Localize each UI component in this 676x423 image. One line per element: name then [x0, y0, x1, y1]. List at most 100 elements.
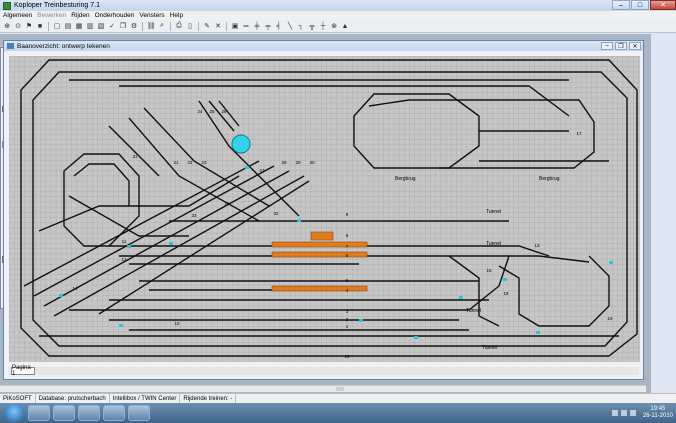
- child-minimize-button[interactable]: –: [601, 42, 613, 50]
- tray-flag-icon[interactable]: [620, 410, 627, 416]
- child-title-bar: Baanoverzicht: ontwerp tekenen – ❐ ✕: [4, 41, 643, 51]
- copy-icon[interactable]: ❐: [119, 22, 127, 30]
- toolbar-separator: [142, 21, 143, 31]
- toolbar: ⊕ ⊙ ⚑ ■ ▢ ▤ ▦ ▥ ▧ ✓ ❐ ⚙ ⛓ ⌕ ⎙ ▯ ✎ ✕ ▣ ═ …: [0, 20, 676, 33]
- tab-pagina-1[interactable]: Pagina 1: [11, 365, 35, 377]
- rail-curve-icon[interactable]: ╮: [297, 22, 305, 30]
- rail-signal-icon[interactable]: ┼: [319, 22, 327, 30]
- signal-icon[interactable]: ⚑: [25, 22, 33, 30]
- overview-icon: [7, 43, 14, 49]
- locomotive-icon[interactable]: ⊙: [14, 22, 22, 30]
- edit-icon[interactable]: ✎: [203, 22, 211, 30]
- toolbar-separator: [226, 21, 227, 31]
- layout-icon[interactable]: ▧: [97, 22, 105, 30]
- child-restore-button[interactable]: ❐: [615, 42, 627, 50]
- area-text-tunnel-3: Tunnel: [466, 308, 481, 314]
- check-icon[interactable]: ✓: [108, 22, 116, 30]
- block-label-17: 17: [576, 131, 582, 136]
- grid-background: [9, 56, 640, 362]
- block-icon[interactable]: ▣: [231, 22, 239, 30]
- link-icon[interactable]: ⛓: [147, 22, 156, 30]
- maximize-button[interactable]: □: [631, 0, 649, 10]
- block-label-22: 22: [187, 160, 193, 165]
- block-label-13: 13: [534, 243, 540, 248]
- tray-volume-icon[interactable]: [629, 410, 636, 416]
- child-close-button[interactable]: ✕: [629, 42, 641, 50]
- rail-straight-icon[interactable]: ═: [242, 22, 250, 30]
- turntable-icon[interactable]: [231, 134, 251, 154]
- toolbar-separator: [48, 21, 49, 31]
- tray-network-icon[interactable]: [611, 410, 618, 416]
- platform-b[interactable]: [271, 241, 368, 248]
- scrollbar-thumb[interactable]: [336, 387, 344, 391]
- list-icon[interactable]: ▤: [64, 22, 72, 30]
- menu-help[interactable]: Help: [170, 12, 183, 19]
- rail-cross-icon[interactable]: ╪: [253, 22, 261, 30]
- menu-bewerken[interactable]: Bewerken: [37, 12, 66, 19]
- block-label-24: 24: [197, 109, 203, 114]
- block-label-12: 12: [121, 257, 127, 262]
- status-vendor: PiKoSOFT: [0, 394, 36, 403]
- block-label-30: 30: [309, 160, 315, 165]
- minimize-button[interactable]: –: [612, 0, 630, 10]
- explorer-task-icon[interactable]: [28, 405, 50, 421]
- window-title: Koploper Treinbesturing 7.1: [14, 2, 100, 9]
- status-interface: Intellibox / TWIN Center: [110, 394, 181, 403]
- track-icon[interactable]: ⊕: [3, 22, 11, 30]
- track-layout-canvas[interactable]: 24 25 26 21 22 23 31 27 28 29 30 20 33 3…: [9, 56, 640, 362]
- clock-date: 26-11-2010: [642, 413, 673, 419]
- menu-bar: Algemeen Bewerken Rijden Onderhouden Ven…: [0, 11, 676, 20]
- block-label-18: 18: [503, 291, 509, 296]
- menu-vensters[interactable]: Vensters: [139, 12, 164, 19]
- table-icon[interactable]: ▥: [86, 22, 94, 30]
- status-bar: PiKoSOFT Database: prutscherbach Intelli…: [0, 393, 676, 403]
- stop-icon[interactable]: ■: [36, 22, 44, 30]
- horizontal-scrollbar[interactable]: [0, 385, 646, 392]
- area-text-bergbrug-1: Bergbrug: [395, 176, 416, 182]
- clock-time: 19:45: [650, 406, 666, 412]
- koploper-task-icon[interactable]: [78, 405, 100, 421]
- rail-triangle-icon[interactable]: ▲: [341, 22, 349, 30]
- block-label-32: 32: [273, 211, 279, 216]
- close-button[interactable]: ✕: [650, 0, 676, 10]
- print-icon[interactable]: ⎙: [175, 22, 183, 30]
- status-database: Database: prutscherbach: [36, 394, 110, 403]
- page-icon[interactable]: ▯: [186, 22, 194, 30]
- grid-icon[interactable]: ▦: [75, 22, 83, 30]
- menu-onderhouden[interactable]: Onderhouden: [95, 12, 135, 19]
- block-label-19: 19: [607, 316, 613, 321]
- delete-icon[interactable]: ✕: [214, 22, 222, 30]
- rail-end-icon[interactable]: ╡: [275, 22, 283, 30]
- title-bar: Koploper Treinbesturing 7.1 – □ ✕: [0, 0, 676, 11]
- block-label-33: 33: [191, 213, 197, 218]
- tray-clock[interactable]: 19:45 26-11-2010: [643, 406, 673, 420]
- rail-branch-icon[interactable]: ╦: [308, 22, 316, 30]
- platform-d[interactable]: [271, 285, 368, 292]
- media-player-task-icon[interactable]: [53, 405, 75, 421]
- start-button[interactable]: [4, 404, 24, 422]
- block-label-16: 16: [486, 268, 492, 273]
- menu-algemeen[interactable]: Algemeen: [3, 12, 32, 19]
- rail-switch-icon[interactable]: ╤: [264, 22, 272, 30]
- area-text-tunnel-1: Tunnel: [486, 209, 501, 215]
- zoom-icon[interactable]: ⌕: [158, 22, 166, 30]
- system-tray: 19:45 26-11-2010: [611, 406, 673, 420]
- chrome-task-icon[interactable]: [128, 405, 150, 421]
- tools-icon[interactable]: ⚙: [130, 22, 138, 30]
- child-window-title: Baanoverzicht: ontwerp tekenen: [17, 42, 110, 50]
- taskbar: 19:45 26-11-2010: [0, 403, 676, 423]
- block-label-28: 28: [281, 160, 287, 165]
- block-label-20: 20: [224, 201, 230, 206]
- platform-c[interactable]: [271, 251, 368, 258]
- rail-diag-icon[interactable]: ╲: [286, 22, 294, 30]
- block-label-14: 14: [72, 286, 78, 291]
- block-label-23: 23: [201, 160, 207, 165]
- toolbar-separator: [170, 21, 171, 31]
- rail-turntable-icon[interactable]: ⊗: [330, 22, 338, 30]
- new-icon[interactable]: ▢: [53, 22, 61, 30]
- mail-task-icon[interactable]: [103, 405, 125, 421]
- track-overview-window: Baanoverzicht: ontwerp tekenen – ❐ ✕ 24 …: [3, 40, 644, 380]
- menu-rijden[interactable]: Rijden: [71, 12, 89, 19]
- block-label-15: 15: [344, 354, 350, 359]
- platform-a[interactable]: [310, 231, 334, 241]
